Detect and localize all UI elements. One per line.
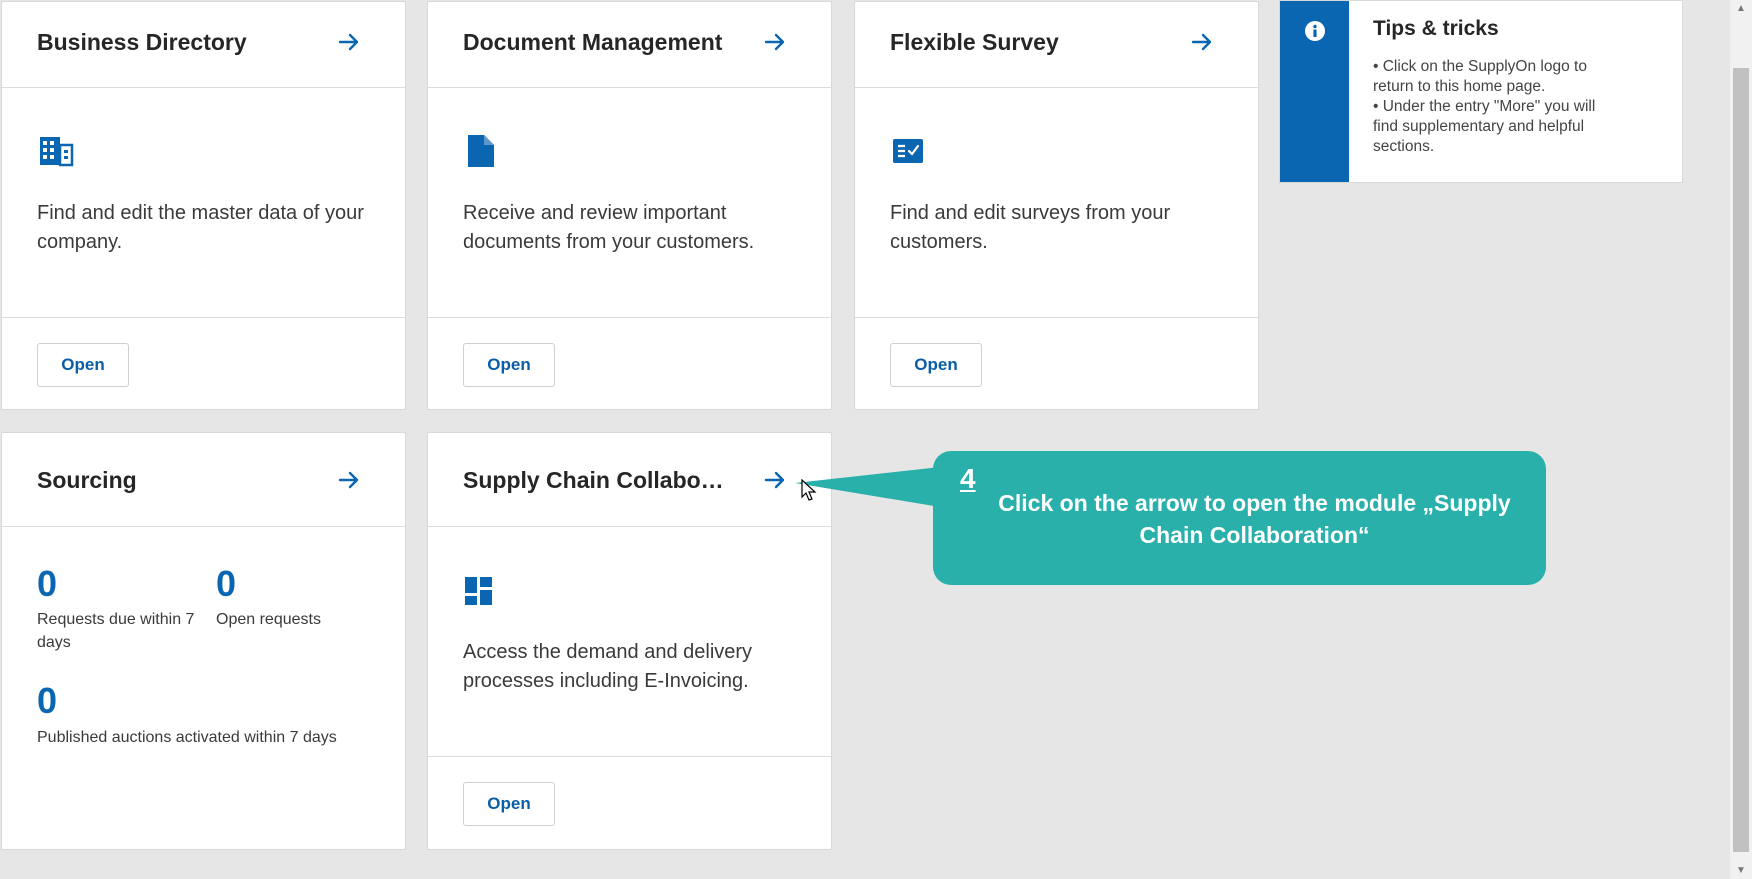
scroll-thumb[interactable]: [1733, 68, 1749, 852]
card-footer: Open: [428, 756, 831, 849]
card-header: Sourcing: [2, 433, 405, 527]
card-title: Supply Chain Collabo…: [463, 467, 724, 493]
card-header: Document Management: [428, 2, 831, 88]
building-icon: [38, 133, 74, 169]
arrow-right-icon[interactable]: [337, 468, 361, 492]
vertical-scrollbar[interactable]: ▲ ▼: [1730, 0, 1752, 879]
card-footer: Open: [2, 317, 405, 409]
tip-line: • Under the entry "More" you will find s…: [1373, 98, 1596, 155]
card-title: Business Directory: [37, 29, 247, 55]
published-auctions-count[interactable]: 0: [37, 681, 57, 721]
requests-due-label: Requests due within 7 days: [37, 611, 195, 651]
sourcing-card: Sourcing 0 Requests due within 7 days 0 …: [1, 432, 406, 850]
card-header: Business Directory: [2, 2, 405, 88]
card-description: Receive and review important documents f…: [463, 202, 755, 253]
requests-due-count[interactable]: 0: [37, 564, 57, 604]
card-description: Find and edit surveys from your customer…: [890, 202, 1171, 253]
arrow-right-icon[interactable]: [763, 30, 787, 54]
callout-text: Click on the arrow to open the module „S…: [998, 490, 1511, 548]
business-directory-card: Business Directory Find and edit the mas…: [1, 1, 406, 410]
flexible-survey-card: Flexible Survey Find and edit surveys fr…: [854, 1, 1259, 410]
open-requests-count[interactable]: 0: [216, 564, 236, 604]
survey-checklist-icon: [891, 133, 927, 169]
callout-step-number: 4: [960, 463, 976, 494]
card-header: Supply Chain Collabo…: [428, 433, 831, 527]
card-footer: Open: [855, 317, 1258, 409]
tips-title: Tips & tricks: [1373, 17, 1499, 40]
open-requests-label: Open requests: [216, 611, 321, 628]
supply-chain-collaboration-card: Supply Chain Collabo… Access the demand …: [427, 432, 832, 850]
published-auctions-label: Published auctions activated within 7 da…: [37, 729, 337, 746]
open-button[interactable]: Open: [890, 343, 982, 387]
arrow-right-icon[interactable]: [763, 468, 787, 492]
tips-text: • Click on the SupplyOn logo to return t…: [1373, 57, 1618, 157]
card-footer: Open: [428, 317, 831, 409]
scroll-up-arrow-icon[interactable]: ▲: [1730, 0, 1752, 17]
arrow-right-icon[interactable]: [1190, 30, 1214, 54]
document-management-card: Document Management Receive and review i…: [427, 1, 832, 410]
open-button[interactable]: Open: [463, 343, 555, 387]
open-button[interactable]: Open: [463, 782, 555, 826]
info-icon: [1305, 21, 1325, 41]
tip-line: • Click on the SupplyOn logo to return t…: [1373, 58, 1587, 95]
dashboard-icon: [464, 576, 500, 612]
card-title: Flexible Survey: [890, 29, 1059, 55]
arrow-right-icon[interactable]: [337, 30, 361, 54]
card-title: Document Management: [463, 29, 723, 55]
open-button[interactable]: Open: [37, 343, 129, 387]
card-header: Flexible Survey: [855, 2, 1258, 88]
mouse-cursor-icon: [801, 479, 817, 501]
card-description: Access the demand and delivery processes…: [463, 641, 753, 692]
card-title: Sourcing: [37, 467, 137, 493]
document-icon: [464, 133, 500, 169]
scroll-down-arrow-icon[interactable]: ▼: [1730, 862, 1752, 879]
card-description: Find and edit the master data of your co…: [37, 202, 364, 253]
tips-bar: [1280, 1, 1349, 182]
tips-panel: Tips & tricks • Click on the SupplyOn lo…: [1279, 0, 1683, 183]
callout-tooltip: 4 Click on the arrow to open the module …: [933, 451, 1546, 585]
